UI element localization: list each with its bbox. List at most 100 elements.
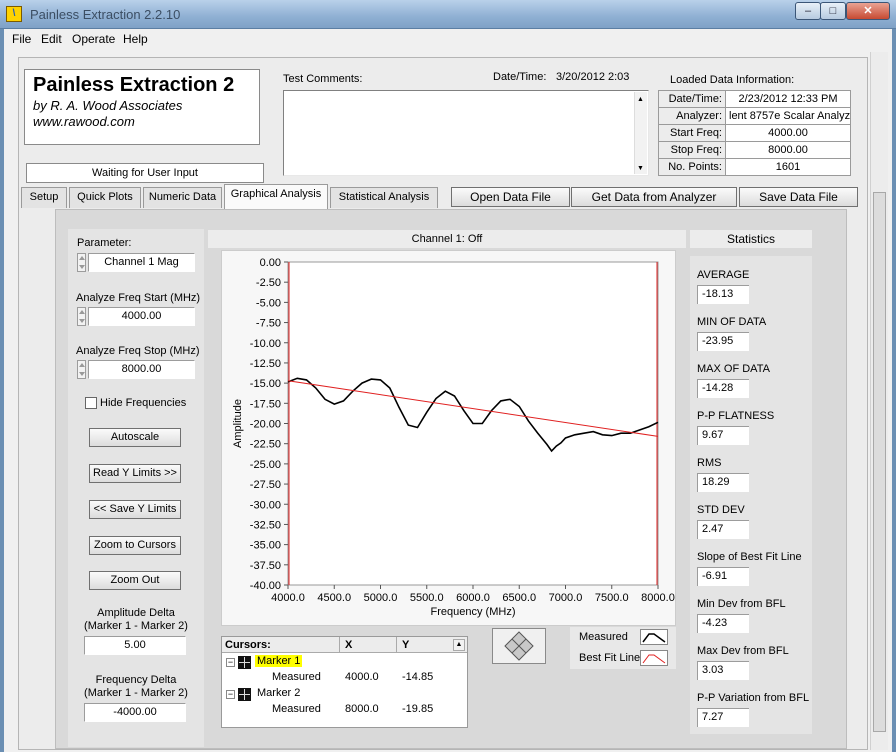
stat-label: MIN OF DATA <box>697 316 767 328</box>
comments-scrollbar[interactable]: ▲ ▼ <box>634 92 647 174</box>
marker2-name[interactable]: Marker 2 <box>257 687 300 699</box>
header-divider <box>396 637 397 653</box>
info-value: 1601 <box>725 158 851 176</box>
company-name: by R. A. Wood Associates <box>33 98 183 113</box>
y-tick-label: -22.50 <box>250 439 281 451</box>
parameter-select[interactable]: Channel 1 Mag <box>88 253 195 272</box>
menu-help[interactable]: Help <box>123 32 148 46</box>
x-tick-label: 5000.0 <box>364 592 398 604</box>
freq-stop-spinner[interactable] <box>77 360 86 379</box>
scroll-up-icon[interactable]: ▲ <box>637 96 644 103</box>
freq-stop-input[interactable]: 8000.00 <box>88 360 195 379</box>
stat-value: -14.28 <box>697 379 749 398</box>
info-label: Analyzer: <box>658 107 726 125</box>
info-row: Date/Time: 2/23/2012 12:33 PM <box>658 90 851 108</box>
marker1-name[interactable]: Marker 1 <box>255 655 303 667</box>
info-value: 2/23/2012 12:33 PM <box>725 90 851 108</box>
marker1-crosshair-icon <box>238 656 251 669</box>
y-tick-label: -7.50 <box>256 318 281 330</box>
marker2-x: 8000.0 <box>345 703 379 715</box>
marker1-y: -14.85 <box>402 671 434 683</box>
cursors-header-x: X <box>345 639 353 651</box>
y-tick-label: -30.00 <box>250 499 281 511</box>
tab-statistical-analysis[interactable]: Statistical Analysis <box>330 187 438 208</box>
cursors-table: Cursors: X Y ▲ − Marker 1 Measured 4000.… <box>221 636 468 728</box>
info-row: Stop Freq: 8000.00 <box>658 141 851 159</box>
cursor-table-scroll-up-icon[interactable]: ▲ <box>453 639 465 651</box>
marker2-sub: Measured <box>272 703 321 715</box>
x-tick-label: 4500.0 <box>317 592 351 604</box>
x-tick-label: 7500.0 <box>595 592 629 604</box>
y-tick-label: -10.00 <box>250 338 281 350</box>
info-label: Date/Time: <box>658 90 726 108</box>
comments-textarea[interactable]: ▲ ▼ <box>283 90 649 176</box>
minimize-button[interactable]: – <box>795 2 821 20</box>
y-tick-label: -25.00 <box>250 459 281 471</box>
y-tick-label: -15.00 <box>250 378 281 390</box>
info-value: lent 8757e Scalar Analyz <box>725 107 851 125</box>
datetime-label: Date/Time: <box>493 71 547 83</box>
save-y-limits-button[interactable]: << Save Y Limits <box>89 500 181 519</box>
scroll-down-icon[interactable]: ▼ <box>637 165 644 172</box>
y-tick-label: 0.00 <box>260 257 281 269</box>
y-tick-label: -5.00 <box>256 297 281 309</box>
y-tick-label: -2.50 <box>256 277 281 289</box>
y-axis-label: Amplitude <box>232 399 244 448</box>
legend-measured-swatch <box>640 629 668 645</box>
tab-setup[interactable]: Setup <box>21 187 67 208</box>
menu-operate[interactable]: Operate <box>72 32 115 46</box>
y-tick-label: -37.50 <box>250 560 281 572</box>
frequency-delta-sublabel: (Marker 1 - Marker 2) <box>84 687 188 699</box>
x-tick-label: 5500.0 <box>410 592 444 604</box>
freq-start-input[interactable]: 4000.00 <box>88 307 195 326</box>
frequency-delta-value: -4000.00 <box>84 703 186 722</box>
frequency-delta-label: Frequency Delta <box>95 674 177 686</box>
chart-title: Channel 1: Off <box>208 230 686 248</box>
freq-stop-label: Analyze Freq Stop (MHz) <box>76 345 200 357</box>
stat-value: 2.47 <box>697 520 749 539</box>
marker1-sub: Measured <box>272 671 321 683</box>
tab-graphical-analysis[interactable]: Graphical Analysis <box>224 184 328 209</box>
company-website: www.rawood.com <box>33 114 135 129</box>
zoom-out-button[interactable]: Zoom Out <box>89 571 181 590</box>
stat-value: 18.29 <box>697 473 749 492</box>
collapse-icon[interactable]: − <box>226 690 235 699</box>
tab-quick-plots[interactable]: Quick Plots <box>69 187 141 208</box>
app-icon: \ <box>6 6 22 22</box>
vertical-scrollbar[interactable] <box>870 52 888 750</box>
cursor-move-pad[interactable] <box>492 628 546 664</box>
stat-value: 7.27 <box>697 708 749 727</box>
tab-numeric-data[interactable]: Numeric Data <box>143 187 222 208</box>
get-data-from-analyzer-button[interactable]: Get Data from Analyzer <box>571 187 737 207</box>
stat-value: 9.67 <box>697 426 749 445</box>
x-tick-label: 8000.0 <box>641 592 675 604</box>
window-title: Painless Extraction 2.2.10 <box>30 7 181 22</box>
stat-label: P-P Variation from BFL <box>697 692 810 704</box>
x-tick-label: 6500.0 <box>502 592 536 604</box>
menu-file[interactable]: File <box>12 32 31 46</box>
stat-label: Max Dev from BFL <box>697 645 789 657</box>
save-data-file-button[interactable]: Save Data File <box>739 187 858 207</box>
scrollbar-thumb[interactable] <box>873 192 886 732</box>
legend-measured-label: Measured <box>579 631 628 643</box>
amplitude-chart[interactable]: 0.00 -2.50 -5.00 -7.50 -10.00 -12.50 -15.00 -17… <box>221 250 676 626</box>
marker2-crosshair-icon <box>238 688 251 701</box>
maximize-button[interactable]: □ <box>820 2 846 20</box>
freq-start-spinner[interactable] <box>77 307 86 326</box>
cursor-move-diamond-icon[interactable] <box>493 629 545 663</box>
stat-value: -6.91 <box>697 567 749 586</box>
x-tick-label: 6000.0 <box>456 592 490 604</box>
zoom-to-cursors-button[interactable]: Zoom to Cursors <box>89 536 181 555</box>
legend-bestfit-swatch <box>640 650 668 666</box>
read-y-limits-button[interactable]: Read Y Limits >> <box>89 464 181 483</box>
stat-label: P-P FLATNESS <box>697 410 775 422</box>
y-tick-label: -40.00 <box>250 580 281 592</box>
open-data-file-button[interactable]: Open Data File <box>451 187 570 207</box>
freq-start-label: Analyze Freq Start (MHz) <box>76 292 201 304</box>
autoscale-button[interactable]: Autoscale <box>89 428 181 447</box>
menu-edit[interactable]: Edit <box>41 32 62 46</box>
hide-frequencies-checkbox[interactable] <box>85 397 97 409</box>
collapse-icon[interactable]: − <box>226 658 235 667</box>
parameter-spinner[interactable] <box>77 253 86 272</box>
close-button[interactable]: ✕ <box>846 2 890 20</box>
